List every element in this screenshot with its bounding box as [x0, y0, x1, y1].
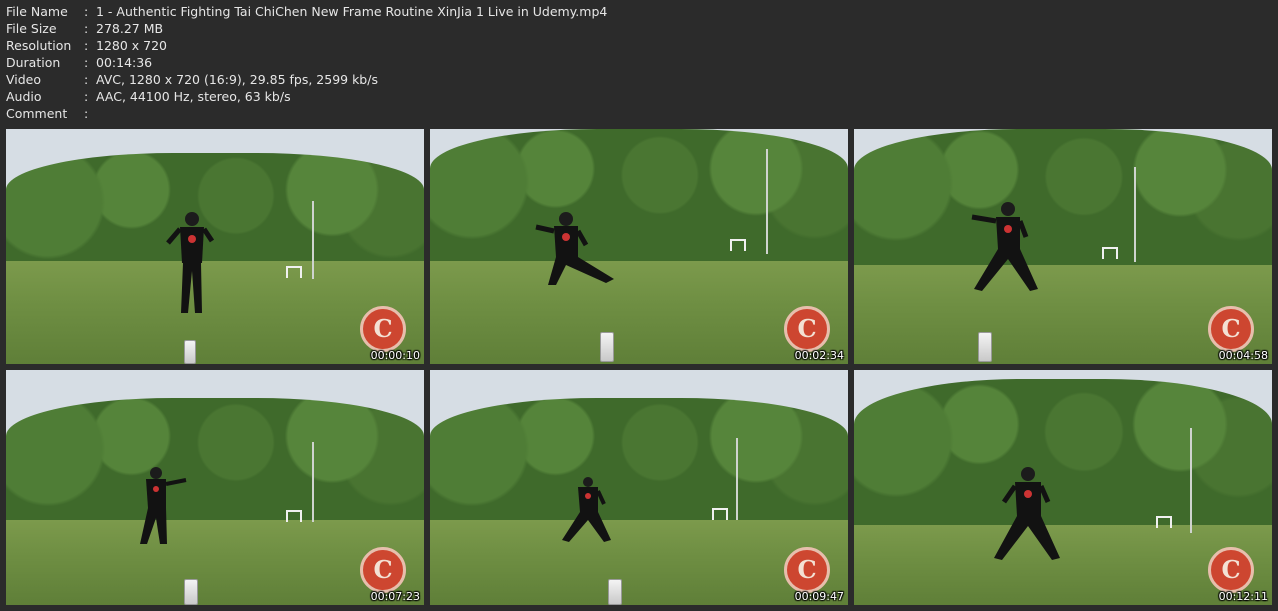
info-row-resolution: Resolution : 1280 x 720: [6, 37, 706, 54]
phone-icon: [184, 579, 198, 605]
lamp-post: [1134, 167, 1136, 262]
goal-post: [286, 266, 302, 278]
dragon-logo-icon: C: [360, 547, 406, 593]
phone-icon: [600, 332, 614, 362]
person-figure: [140, 467, 187, 544]
file-size-value: 278.27 MB: [96, 21, 164, 36]
info-separator: :: [84, 72, 89, 87]
info-key: File Size: [6, 21, 57, 36]
info-separator: :: [84, 4, 89, 19]
resolution-value: 1280 x 720: [96, 38, 168, 53]
info-key: Comment: [6, 106, 68, 121]
dragon-logo-icon: C: [1208, 547, 1254, 593]
duration-value: 00:14:36: [96, 55, 153, 70]
person-figure: [562, 477, 611, 542]
tree-line: [6, 398, 424, 526]
person-figure: [535, 212, 614, 285]
thumbnail-frame[interactable]: C 00:02:34: [430, 129, 848, 364]
goal-post: [1102, 247, 1118, 259]
info-key: Duration: [6, 55, 61, 70]
goal-post: [730, 239, 746, 251]
person-figure: [166, 212, 215, 313]
dragon-logo-icon: C: [360, 306, 406, 352]
file-name-value: 1 - Authentic Fighting Tai ChiChen New F…: [96, 4, 608, 19]
goal-post: [286, 510, 302, 522]
info-row-duration: Duration : 00:14:36: [6, 54, 706, 71]
info-key: Video: [6, 72, 42, 87]
thumbnail-frame[interactable]: C 00:00:10: [6, 129, 424, 364]
audio-value: AAC, 44100 Hz, stereo, 63 kb/s: [96, 89, 291, 104]
frame-timestamp: 00:09:47: [794, 590, 844, 603]
thumbnail-frame[interactable]: C 00:09:47: [430, 370, 848, 605]
grass-field: [430, 260, 848, 364]
info-separator: :: [84, 21, 89, 36]
tree-line: [430, 398, 848, 526]
lamp-post: [312, 442, 314, 522]
info-separator: :: [84, 38, 89, 53]
goal-post: [1156, 516, 1172, 528]
lamp-post: [1190, 428, 1192, 533]
frame-timestamp: 00:07:23: [370, 590, 420, 603]
video-value: AVC, 1280 x 720 (16:9), 29.85 fps, 2599 …: [96, 72, 378, 87]
grass-field: [854, 265, 1272, 364]
dragon-logo-icon: C: [784, 547, 830, 593]
info-separator: :: [84, 89, 89, 104]
thumbnail-frame[interactable]: C 00:12:11: [854, 370, 1272, 605]
info-separator: :: [84, 55, 89, 70]
frame-timestamp: 00:00:10: [370, 349, 420, 362]
info-row-file-name: File Name : 1 - Authentic Fighting Tai C…: [6, 3, 706, 20]
info-row-file-size: File Size : 278.27 MB: [6, 20, 706, 37]
phone-icon: [608, 579, 622, 605]
person-figure: [971, 202, 1038, 291]
tree-line: [854, 129, 1272, 266]
info-row-video: Video : AVC, 1280 x 720 (16:9), 29.85 fp…: [6, 71, 706, 88]
tree-line: [430, 129, 848, 261]
phone-icon: [184, 340, 196, 364]
info-row-comment: Comment :: [6, 105, 706, 122]
dragon-logo-icon: C: [784, 306, 830, 352]
thumbnail-frame[interactable]: C 00:04:58: [854, 129, 1272, 364]
goal-post: [712, 508, 728, 520]
lamp-post: [736, 438, 738, 520]
info-key: Audio: [6, 89, 42, 104]
frame-timestamp: 00:12:11: [1218, 590, 1268, 603]
info-key: File Name: [6, 4, 68, 19]
info-key: Resolution: [6, 38, 72, 53]
dragon-logo-icon: C: [1208, 306, 1254, 352]
info-row-audio: Audio : AAC, 44100 Hz, stereo, 63 kb/s: [6, 88, 706, 105]
thumbnail-frame[interactable]: C 00:07:23: [6, 370, 424, 605]
frame-timestamp: 00:02:34: [794, 349, 844, 362]
frame-timestamp: 00:04:58: [1218, 349, 1268, 362]
info-separator: :: [84, 106, 89, 121]
person-figure: [994, 467, 1060, 560]
lamp-post: [312, 201, 314, 279]
lamp-post: [766, 149, 768, 254]
phone-icon: [978, 332, 992, 362]
